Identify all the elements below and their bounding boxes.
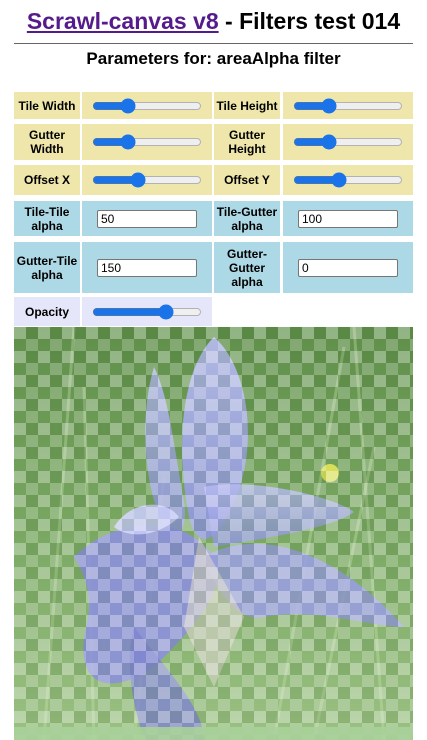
- gutter-tile-alpha-label: Gutter-Tile alpha: [14, 242, 80, 293]
- offset-y-label: Offset Y: [214, 165, 280, 195]
- tile-height-label: Tile Height: [214, 92, 280, 119]
- page-title-suffix: - Filters test 014: [218, 8, 401, 34]
- gutter-width-label: Gutter Width: [14, 124, 80, 160]
- tile-tile-alpha-label: Tile-Tile alpha: [14, 201, 80, 236]
- gutter-height-cell: [283, 124, 413, 160]
- tile-gutter-alpha-cell: [283, 201, 413, 236]
- scrawl-canvas-link[interactable]: Scrawl-canvas v8: [27, 8, 219, 34]
- opacity-cell: [82, 297, 212, 326]
- page-title: Scrawl-canvas v8 - Filters test 014: [0, 8, 427, 35]
- gutter-gutter-alpha-cell: [283, 242, 413, 293]
- tile-width-slider[interactable]: [92, 97, 202, 114]
- offset-y-slider[interactable]: [293, 172, 403, 188]
- canvas-bottom-strip: [14, 727, 413, 740]
- gutter-tile-alpha-cell: [82, 242, 212, 293]
- tile-height-slider[interactable]: [293, 97, 403, 114]
- gutter-gutter-alpha-input[interactable]: [298, 258, 398, 277]
- opacity-label: Opacity: [14, 297, 80, 326]
- filter-canvas[interactable]: [14, 327, 413, 740]
- tile-tile-alpha-input[interactable]: [97, 209, 197, 228]
- tile-width-cell: [82, 92, 212, 119]
- canvas-image: [14, 327, 413, 740]
- opacity-slider[interactable]: [92, 303, 202, 320]
- title-divider: [14, 43, 413, 44]
- gutter-height-label: Gutter Height: [214, 124, 280, 160]
- tile-width-label: Tile Width: [14, 92, 80, 119]
- area-alpha-checker-overlay: [14, 327, 413, 740]
- tile-height-cell: [283, 92, 413, 119]
- tile-tile-alpha-cell: [82, 201, 212, 236]
- offset-x-cell: [82, 165, 212, 195]
- gutter-width-slider[interactable]: [92, 134, 202, 150]
- tile-gutter-alpha-input[interactable]: [298, 209, 398, 228]
- gutter-gutter-alpha-label: Gutter-Gutter alpha: [214, 242, 280, 293]
- tile-gutter-alpha-label: Tile-Gutter alpha: [214, 201, 280, 236]
- gutter-tile-alpha-input[interactable]: [97, 258, 197, 277]
- gutter-height-slider[interactable]: [293, 134, 403, 150]
- offset-x-slider[interactable]: [92, 172, 202, 188]
- filter-subtitle: Parameters for: areaAlpha filter: [86, 49, 341, 68]
- gutter-width-cell: [82, 124, 212, 160]
- offset-y-cell: [283, 165, 413, 195]
- offset-x-label: Offset X: [14, 165, 80, 195]
